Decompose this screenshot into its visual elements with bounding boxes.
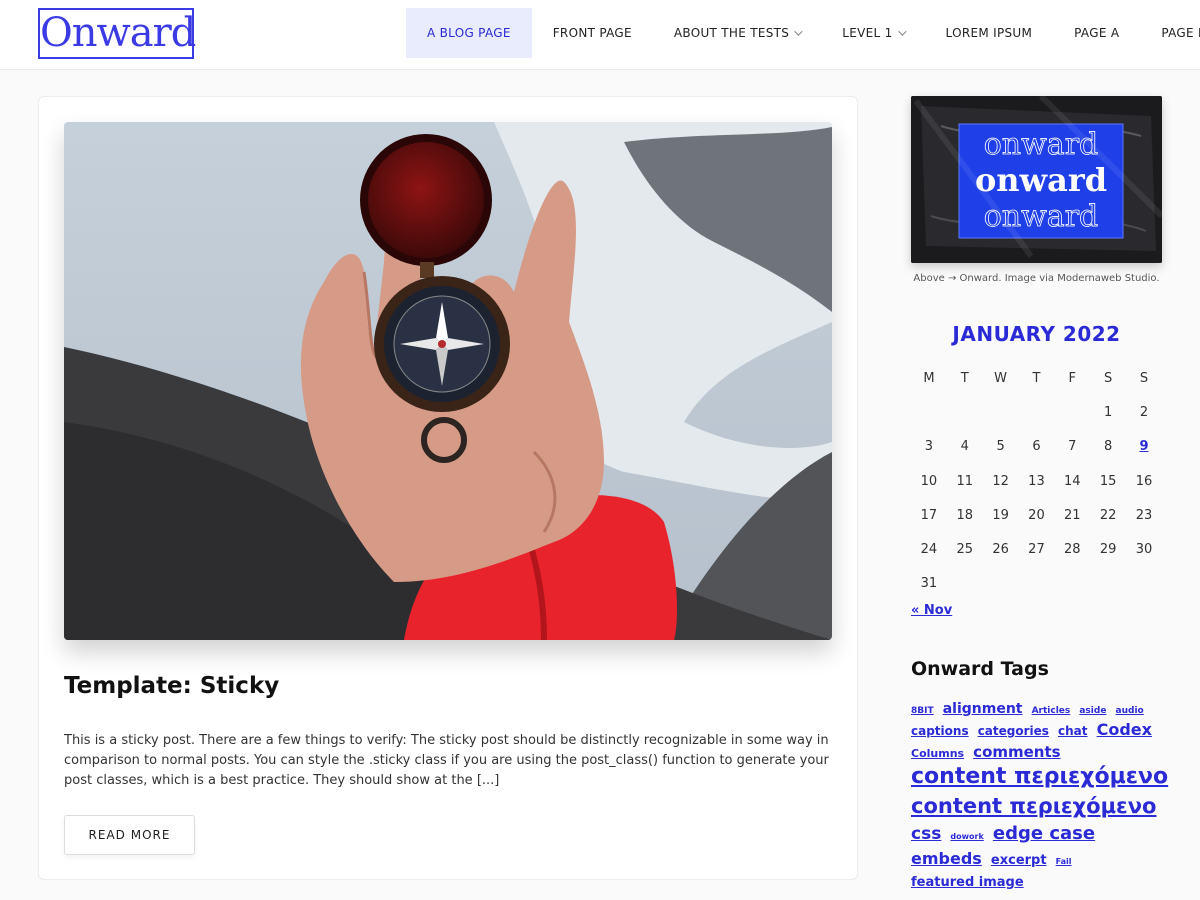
calendar-day: 13	[1028, 473, 1045, 489]
calendar-weekday: M	[923, 370, 935, 386]
nav-item-lorem-ipsum[interactable]: LOREM IPSUM	[925, 8, 1054, 58]
calendar-weekday: T	[960, 370, 969, 386]
compass-photo	[64, 122, 832, 640]
calendar-empty-cell	[983, 395, 1019, 429]
post-featured-image[interactable]	[64, 122, 832, 640]
tag-link[interactable]: Articles	[1032, 707, 1071, 716]
tag-link[interactable]: chat	[1058, 725, 1088, 737]
calendar-day[interactable]: 9	[1126, 430, 1162, 464]
calendar-weekday: S	[1104, 370, 1113, 386]
calendar-day: 19	[992, 507, 1009, 523]
tag-link[interactable]: audio	[1116, 707, 1144, 716]
site-logo[interactable]: Onward	[38, 8, 196, 59]
chevron-down-icon	[794, 27, 803, 36]
image-caption: Above → Onward. Image via Modernaweb Stu…	[913, 273, 1160, 284]
calendar-day: 12	[992, 473, 1009, 489]
calendar-day: 16	[1135, 473, 1153, 489]
nav-item-about-the-tests[interactable]: ABOUT THE TESTS	[653, 8, 821, 58]
calendar-day: 4	[960, 439, 969, 455]
tag-link[interactable]: content περιεχόμενο	[911, 796, 1156, 817]
read-more-button[interactable]: READ MORE	[64, 815, 195, 855]
calendar-day: 22	[1099, 507, 1117, 523]
tag-link[interactable]: 8BIT	[911, 707, 934, 716]
nav-item-label: LEVEL 1	[842, 26, 893, 40]
calendar-empty-cell	[911, 395, 947, 429]
calendar-day: 7	[1068, 439, 1077, 455]
poster-text-middle: onward	[975, 161, 1107, 199]
calendar-day: 27	[1028, 542, 1045, 558]
calendar-day: 2	[1139, 404, 1149, 420]
calendar-weekday: F	[1068, 370, 1077, 386]
tag-link[interactable]: featured image	[911, 876, 1024, 889]
tag-cloud: 8BIT alignment Articles aside audio capt…	[911, 700, 1173, 900]
tag-link[interactable]: captions	[911, 725, 969, 737]
calendar-empty-cell	[947, 395, 983, 429]
calendar-day: 23	[1135, 507, 1153, 523]
tag-link[interactable]: alignment	[943, 702, 1023, 716]
calendar-day: 21	[1064, 507, 1081, 523]
calendar-day: 3	[924, 439, 934, 455]
tag-link[interactable]: comments	[973, 745, 1060, 760]
calendar-prev-link[interactable]: « Nov	[911, 603, 952, 618]
calendar-day: 20	[1028, 507, 1045, 523]
calendar-day: 28	[1064, 542, 1081, 558]
nav-item-label: LOREM IPSUM	[945, 26, 1033, 40]
tag-link[interactable]: Codex	[1097, 722, 1152, 738]
nav-item-label: ABOUT THE TESTS	[673, 26, 790, 40]
calendar-day: 31	[920, 576, 938, 592]
nav-item-front-page[interactable]: FRONT PAGE	[532, 8, 653, 58]
calendar-day: 15	[1099, 473, 1117, 489]
tag-link[interactable]: content περιεχόμενο	[911, 766, 1168, 788]
tag-link[interactable]: css	[911, 826, 941, 843]
calendar-day: 25	[956, 542, 974, 558]
tag-link[interactable]: dowork	[950, 833, 983, 841]
calendar-day: 8	[1104, 439, 1113, 455]
calendar-day: 26	[992, 542, 1009, 558]
tag-link[interactable]: embeds	[911, 851, 982, 867]
calendar-weekday: S	[1139, 370, 1149, 386]
calendar-day: 1	[1104, 404, 1113, 420]
sidebar-image[interactable]: onward onward onward	[911, 96, 1162, 263]
nav-item-label: FRONT PAGE	[552, 26, 632, 40]
calendar-weekday: T	[1032, 370, 1041, 386]
tag-link[interactable]: edge case	[993, 825, 1095, 843]
calendar-day: 5	[996, 439, 1005, 455]
calendar-day: 24	[920, 542, 938, 558]
main-nav: A BLOG PAGE FRONT PAGE ABOUT THE TESTS LEVE…	[406, 8, 1200, 58]
post-card: Template: Sticky This is a sticky post. …	[38, 96, 858, 880]
chevron-down-icon	[897, 27, 907, 36]
tag-link[interactable]: aside	[1079, 707, 1106, 716]
calendar-title: JANUARY 2022	[952, 322, 1121, 346]
tag-link[interactable]: Fail	[1056, 858, 1072, 866]
nav-item-level-1[interactable]: LEVEL 1	[821, 8, 924, 58]
calendar-day: 18	[956, 507, 974, 523]
tag-link[interactable]: Columns	[911, 748, 964, 759]
tag-link[interactable]: excerpt	[991, 854, 1047, 867]
calendar-weekday: W	[994, 370, 1008, 386]
tags-title: Onward Tags	[911, 658, 1049, 680]
nav-item-page-a[interactable]: PAGE A	[1053, 8, 1140, 58]
calendar-day: 29	[1099, 542, 1117, 558]
calendar-day: 6	[1032, 439, 1041, 455]
nav-item-page-b[interactable]: PAGE B	[1140, 8, 1200, 58]
nav-item-a-blog-page[interactable]: A BLOG PAGE	[406, 8, 532, 58]
calendar-empty-cell	[1019, 395, 1055, 429]
site-header: Onward A BLOG PAGE FRONT PAGE ABOUT THE TE…	[0, 0, 1200, 70]
post-excerpt: This is a sticky post. There are a few t…	[64, 733, 829, 788]
calendar-day: 14	[1064, 473, 1081, 489]
post-title[interactable]: Template: Sticky	[64, 673, 279, 699]
tag-link[interactable]: categories	[978, 725, 1049, 737]
calendar-empty-cell	[1054, 395, 1090, 429]
nav-item-label: PAGE A	[1074, 26, 1120, 40]
calendar-day: 30	[1135, 542, 1153, 558]
onward-poster: onward onward onward	[911, 96, 1162, 263]
calendar-grid: M T W T F S S 1 2 3 4 5 6 7 8 9 10 11 12 13 14 15 16 17 18 19 20 21…	[911, 361, 1162, 601]
nav-item-label: A BLOG PAGE	[427, 26, 511, 40]
nav-item-label: PAGE B	[1161, 26, 1200, 40]
calendar-day: 17	[920, 507, 938, 523]
calendar-day: 10	[920, 473, 938, 489]
calendar-day: 11	[956, 473, 974, 489]
